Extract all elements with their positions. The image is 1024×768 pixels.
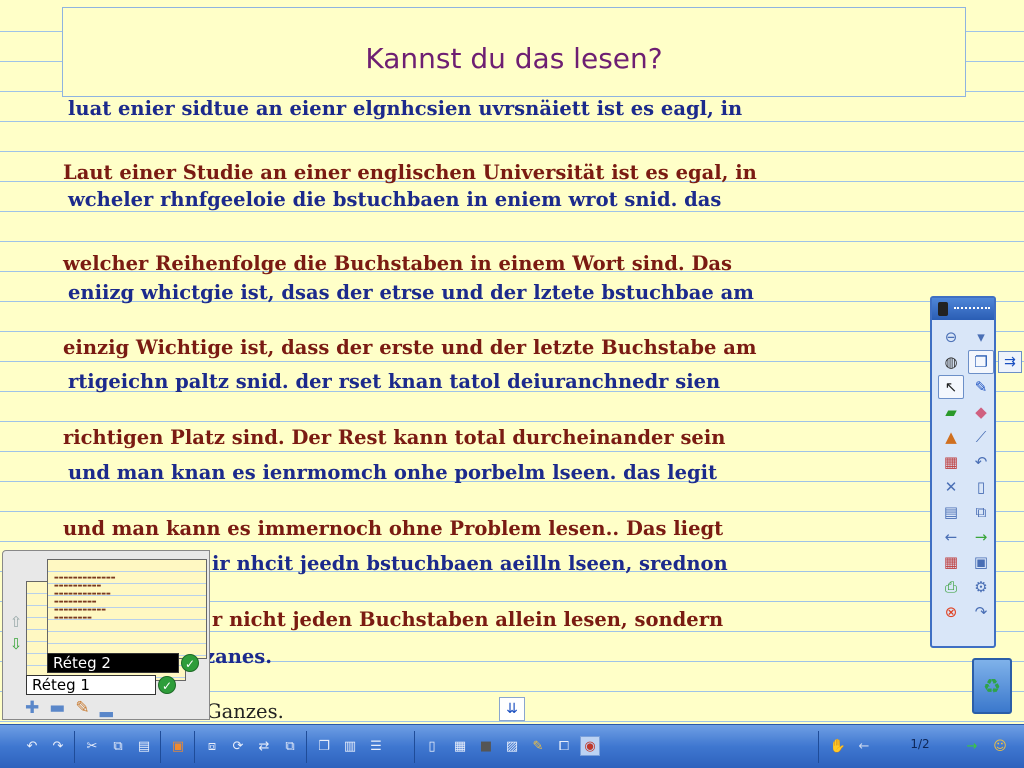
forward-icon[interactable]: → bbox=[968, 525, 994, 549]
scrambled-line: wcheler rhnfgeeloie die bstuchbaen in en… bbox=[68, 188, 722, 211]
page-icon[interactable]: ▯ bbox=[422, 736, 442, 756]
group-icon[interactable]: ⧈ bbox=[202, 736, 222, 756]
page-title: Kannst du das lesen? bbox=[365, 42, 663, 75]
users-icon[interactable]: ☺ bbox=[990, 736, 1010, 756]
layer-1-visible-icon[interactable]: ✓ bbox=[158, 676, 176, 694]
scrambled-line: eniizg whictgie ist, dsas der etrse und … bbox=[68, 281, 754, 304]
zoom-out-icon[interactable]: ⊖ bbox=[938, 325, 964, 349]
scrambled-line: rtigeichn paltz snid. der rset knan tato… bbox=[68, 370, 721, 393]
save-icon[interactable]: ▣ bbox=[968, 550, 994, 574]
duplicate-icon[interactable]: ⧉ bbox=[968, 500, 994, 524]
bottom-toolbar[interactable]: ↶ ↷ ✂ ⧉ ▤ ▣ ⧈ ⟳ ⇄ ⧉ ❐ ▥ ☰ ▯ ▦ ■ ▨ ✎ ⧠ ◉ … bbox=[0, 724, 1024, 768]
correct-line: richtigen Platz sind. Der Rest kann tota… bbox=[63, 426, 726, 449]
back-icon[interactable]: ← bbox=[938, 525, 964, 549]
new-page-icon[interactable]: ▯ bbox=[968, 475, 994, 499]
mouse-icon[interactable]: ◍ bbox=[938, 350, 964, 374]
title-box[interactable]: Kannst du das lesen? bbox=[62, 7, 966, 97]
copy-icon[interactable]: ⧉ bbox=[108, 736, 128, 756]
next-page-icon[interactable]: → bbox=[962, 736, 982, 756]
scrambled-line: und man knan es ienrmomch onhe porbelm l… bbox=[68, 461, 718, 484]
flip-icon[interactable]: ⇄ bbox=[254, 736, 274, 756]
pen-icon[interactable]: ✎ bbox=[968, 375, 994, 399]
tool-panel-header[interactable] bbox=[932, 298, 994, 320]
clone-icon[interactable]: ❐ bbox=[314, 736, 334, 756]
add-object-icon[interactable]: ▦ bbox=[938, 450, 964, 474]
drag-handle[interactable] bbox=[954, 307, 990, 309]
scrambled-line: zanes. bbox=[204, 645, 273, 668]
page-icon[interactable]: ▤ bbox=[938, 500, 964, 524]
close-icon[interactable]: ⊗ bbox=[938, 600, 964, 624]
rename-layer-icon[interactable]: ✎ bbox=[75, 698, 89, 718]
layer-2-thumbnail[interactable]: ▬▬▬▬▬▬▬▬▬▬▬▬▬ ▬▬▬▬▬▬▬▬▬▬ ▬▬▬▬▬▬▬▬▬▬▬▬ ▬▬▬▬▬… bbox=[47, 559, 207, 659]
layer-1-label[interactable]: Réteg 1 bbox=[26, 675, 156, 695]
pin-icon[interactable] bbox=[938, 302, 948, 316]
expand-panel-icon[interactable]: ⇉ bbox=[998, 351, 1022, 373]
rotate-icon[interactable]: ⟳ bbox=[228, 736, 248, 756]
thumbnail-text: ▬▬▬▬▬▬▬▬▬▬▬▬▬ ▬▬▬▬▬▬▬▬▬▬ ▬▬▬▬▬▬▬▬▬▬▬▬ ▬▬▬▬▬… bbox=[54, 575, 116, 621]
record-icon[interactable]: ◉ bbox=[580, 736, 600, 756]
remove-layer-icon[interactable]: ▬ bbox=[49, 698, 65, 718]
correct-line: welcher Reihenfolge die Buchstaben in ei… bbox=[63, 252, 732, 275]
add-layer-icon[interactable]: ✚ bbox=[25, 698, 39, 718]
layer-panel[interactable]: ⇧ ⇩ ▬▬▬▬▬▬▬▬▬▬▬▬▬ ▬▬▬▬▬▬▬▬▬▬ ▬▬▬▬▬▬▬▬▬▬▬▬ ▬… bbox=[2, 550, 210, 720]
correct-line: Ganzes. bbox=[206, 700, 284, 723]
layer-down-icon[interactable]: ⇩ bbox=[6, 635, 26, 657]
correct-line: Laut einer Studie an einer englischen Un… bbox=[63, 161, 757, 184]
arrange-icon[interactable]: ⧉ bbox=[280, 736, 300, 756]
undo-icon[interactable]: ↶ bbox=[22, 736, 42, 756]
scrambled-line: luat enier sidtue an eienr elgnhcsien uv… bbox=[68, 97, 743, 120]
tools-icon[interactable]: ⚙ bbox=[968, 575, 994, 599]
recycle-bin-icon[interactable]: ♻ bbox=[972, 658, 1012, 714]
tool-panel[interactable]: ⊖ ▾ ◍ ❐ ↖ ✎ ▰ ◆ ▲ ⟋ ▦ ↶ ✕ ▯ ▤ ⧉ ← → ▦ ▣ … bbox=[930, 296, 996, 648]
layer-2-visible-icon[interactable]: ✓ bbox=[181, 654, 199, 672]
correct-line: einzig Wichtige ist, dass der erste und … bbox=[63, 336, 757, 359]
table-icon[interactable]: ▦ bbox=[450, 736, 470, 756]
scrambled-line: ir nhcit jeedn bstuchbaen aeilln lseen, … bbox=[212, 552, 728, 575]
cut-icon[interactable]: ✂ bbox=[82, 736, 102, 756]
correct-line: und man kann es immernoch ohne Problem l… bbox=[63, 517, 724, 540]
layer-2-label[interactable]: Réteg 2 bbox=[47, 653, 179, 673]
grid-icon[interactable]: ▦ bbox=[938, 550, 964, 574]
correct-line: r nicht jeden Buchstaben allein lesen, s… bbox=[212, 608, 724, 631]
copy-page-icon[interactable]: ❐ bbox=[968, 350, 994, 374]
paste-icon[interactable]: ▤ bbox=[134, 736, 154, 756]
page-indicator: 1/2 bbox=[910, 737, 930, 751]
hand-icon[interactable]: ✋ bbox=[828, 736, 848, 756]
undo-icon[interactable]: ↶ bbox=[968, 450, 994, 474]
line-icon[interactable]: ⟋ bbox=[968, 425, 994, 449]
collapse-panel-icon[interactable]: ▂ bbox=[100, 698, 113, 718]
redo-icon[interactable]: ↷ bbox=[968, 600, 994, 624]
lock-icon[interactable]: ▥ bbox=[340, 736, 360, 756]
scroll-down-icon[interactable]: ⇊ bbox=[499, 697, 525, 721]
highlighter-icon[interactable]: ▰ bbox=[938, 400, 964, 424]
layer-up-icon[interactable]: ⇧ bbox=[6, 613, 26, 635]
dropdown-icon[interactable]: ▾ bbox=[968, 325, 994, 349]
image-icon[interactable]: ▨ bbox=[502, 736, 522, 756]
redo-icon[interactable]: ↷ bbox=[48, 736, 68, 756]
previous-page-icon[interactable]: ← bbox=[854, 736, 874, 756]
print-icon[interactable]: ⎙ bbox=[938, 575, 964, 599]
shapes-icon[interactable]: ▲ bbox=[938, 425, 964, 449]
screen-capture-icon[interactable]: ⧠ bbox=[554, 736, 574, 756]
properties-icon[interactable]: ☰ bbox=[366, 736, 386, 756]
rectangle-icon[interactable]: ■ bbox=[476, 736, 496, 756]
note-icon[interactable]: ✎ bbox=[528, 736, 548, 756]
delete-icon[interactable]: ✕ bbox=[938, 475, 964, 499]
select-arrow-icon[interactable]: ↖ bbox=[938, 375, 964, 399]
select-all-icon[interactable]: ▣ bbox=[168, 736, 188, 756]
eraser-icon[interactable]: ◆ bbox=[968, 400, 994, 424]
